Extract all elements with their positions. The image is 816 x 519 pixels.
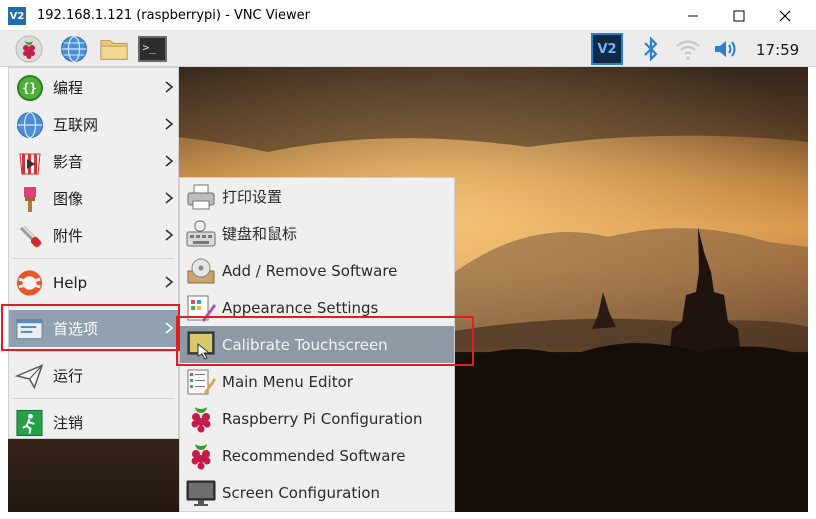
menu-item-label: 互联网 <box>53 116 99 134</box>
vnc-server-button[interactable]: V2 <box>590 33 624 65</box>
logout-icon <box>15 408 44 437</box>
bluetooth-icon <box>644 36 658 62</box>
main-application-menu: {} 编程 互联网 影音 图像 附件 Help 首选项 运行 注销 <box>8 67 179 439</box>
raspberry-icon <box>186 404 216 434</box>
file-manager-button[interactable] <box>99 34 129 64</box>
submenu-item-label: Main Menu Editor <box>222 372 353 391</box>
accessories-icon <box>15 221 44 250</box>
submenu-item-screen-configuration[interactable]: Screen Configuration <box>180 474 454 511</box>
chevron-right-icon <box>165 118 174 130</box>
volume-button[interactable] <box>711 34 741 64</box>
raspberry-menu-button[interactable] <box>14 34 44 64</box>
menu-editor-icon <box>186 367 216 397</box>
terminal-icon: >_ <box>137 36 167 62</box>
touchscreen-icon <box>186 330 216 360</box>
menu-item-label: 运行 <box>53 367 84 385</box>
chevron-right-icon <box>165 276 174 288</box>
menu-item-label: 编程 <box>53 79 84 97</box>
raspberry-icon <box>15 35 43 63</box>
window-titlebar: V2 192.168.1.121 (raspberrypi) - VNC Vie… <box>0 0 816 31</box>
submenu-item-add-remove-software[interactable]: Add / Remove Software <box>180 252 454 289</box>
menu-item-accessories[interactable]: 附件 <box>9 217 178 254</box>
menu-item-run[interactable]: 运行 <box>9 357 178 394</box>
submenu-item-main-menu-editor[interactable]: Main Menu Editor <box>180 363 454 400</box>
preferences-submenu: 打印设置 键盘和鼠标 Add / Remove Software Appeara… <box>179 177 455 512</box>
submenu-item-recommended-software[interactable]: Recommended Software <box>180 437 454 474</box>
menu-item-label: Help <box>53 273 88 292</box>
run-icon <box>15 361 44 390</box>
menu-item-graphics[interactable]: 图像 <box>9 180 178 217</box>
menu-item-programming[interactable]: {} 编程 <box>9 69 178 106</box>
raspberry-icon <box>186 441 216 471</box>
globe-icon <box>61 35 87 63</box>
menu-item-label: 注销 <box>53 414 84 432</box>
chevron-right-icon <box>165 81 174 93</box>
close-icon <box>779 10 791 21</box>
internet-icon <box>15 110 44 139</box>
window-bottom-border <box>0 512 816 519</box>
programming-icon: {} <box>15 73 44 102</box>
preferences-icon <box>15 314 44 343</box>
appearance-icon <box>186 293 216 323</box>
software-disc-icon <box>186 256 216 286</box>
maximize-icon <box>733 10 745 21</box>
submenu-item-calibrate-touchscreen[interactable]: Calibrate Touchscreen <box>180 326 454 363</box>
monitor-icon <box>186 478 216 508</box>
vnc-icon: V2 <box>591 33 623 65</box>
menu-separator <box>13 258 174 259</box>
submenu-item-keyboard-mouse[interactable]: 键盘和鼠标 <box>180 215 454 252</box>
submenu-item-label: 打印设置 <box>222 188 283 206</box>
menu-separator <box>13 351 174 352</box>
submenu-item-label: Calibrate Touchscreen <box>222 335 388 354</box>
submenu-item-raspberry-pi-configuration[interactable]: Raspberry Pi Configuration <box>180 400 454 437</box>
menu-item-label: 图像 <box>53 190 84 208</box>
menu-separator <box>13 398 174 399</box>
volume-icon <box>715 41 736 57</box>
taskbar-panel: >_ V2 17:59 <box>0 31 816 67</box>
submenu-item-label: Screen Configuration <box>222 483 381 502</box>
menu-item-label: 附件 <box>53 227 84 245</box>
printer-icon <box>186 182 216 212</box>
clock: 17:59 <box>756 41 800 59</box>
submenu-item-print-settings[interactable]: 打印设置 <box>180 178 454 215</box>
close-button[interactable] <box>762 0 808 31</box>
keyboard-mouse-icon <box>186 219 216 249</box>
web-browser-button[interactable] <box>59 34 89 64</box>
sound-video-icon <box>15 147 44 176</box>
chevron-right-icon <box>165 155 174 167</box>
submenu-item-label: Raspberry Pi Configuration <box>222 409 423 428</box>
menu-item-preferences[interactable]: 首选项 <box>9 310 178 347</box>
menu-item-internet[interactable]: 互联网 <box>9 106 178 143</box>
menu-item-logout[interactable]: 注销 <box>9 404 178 441</box>
chevron-right-icon <box>165 229 174 241</box>
terminal-button[interactable]: >_ <box>137 34 167 64</box>
chevron-right-icon <box>165 322 174 334</box>
menu-item-sound-video[interactable]: 影音 <box>9 143 178 180</box>
chevron-right-icon <box>165 192 174 204</box>
wifi-icon <box>676 40 700 60</box>
submenu-item-label: Appearance Settings <box>222 298 379 317</box>
wifi-button[interactable] <box>673 34 703 64</box>
minimize-button[interactable] <box>670 0 716 31</box>
help-icon <box>15 268 44 297</box>
bluetooth-button[interactable] <box>636 34 666 64</box>
submenu-item-label: Recommended Software <box>222 446 406 465</box>
submenu-item-label: Add / Remove Software <box>222 261 398 280</box>
menu-item-help[interactable]: Help <box>9 264 178 301</box>
minimize-icon <box>688 15 698 16</box>
maximize-button[interactable] <box>716 0 762 31</box>
submenu-item-appearance-settings[interactable]: Appearance Settings <box>180 289 454 326</box>
window-title: 192.168.1.121 (raspberrypi) - VNC Viewer <box>37 8 310 23</box>
folder-icon <box>100 40 128 60</box>
menu-item-label: 首选项 <box>53 320 99 338</box>
menu-item-label: 影音 <box>53 153 84 171</box>
vnc-viewer-logo-icon: V2 <box>8 7 26 25</box>
submenu-item-label: 键盘和鼠标 <box>222 225 298 243</box>
graphics-icon <box>15 184 44 213</box>
